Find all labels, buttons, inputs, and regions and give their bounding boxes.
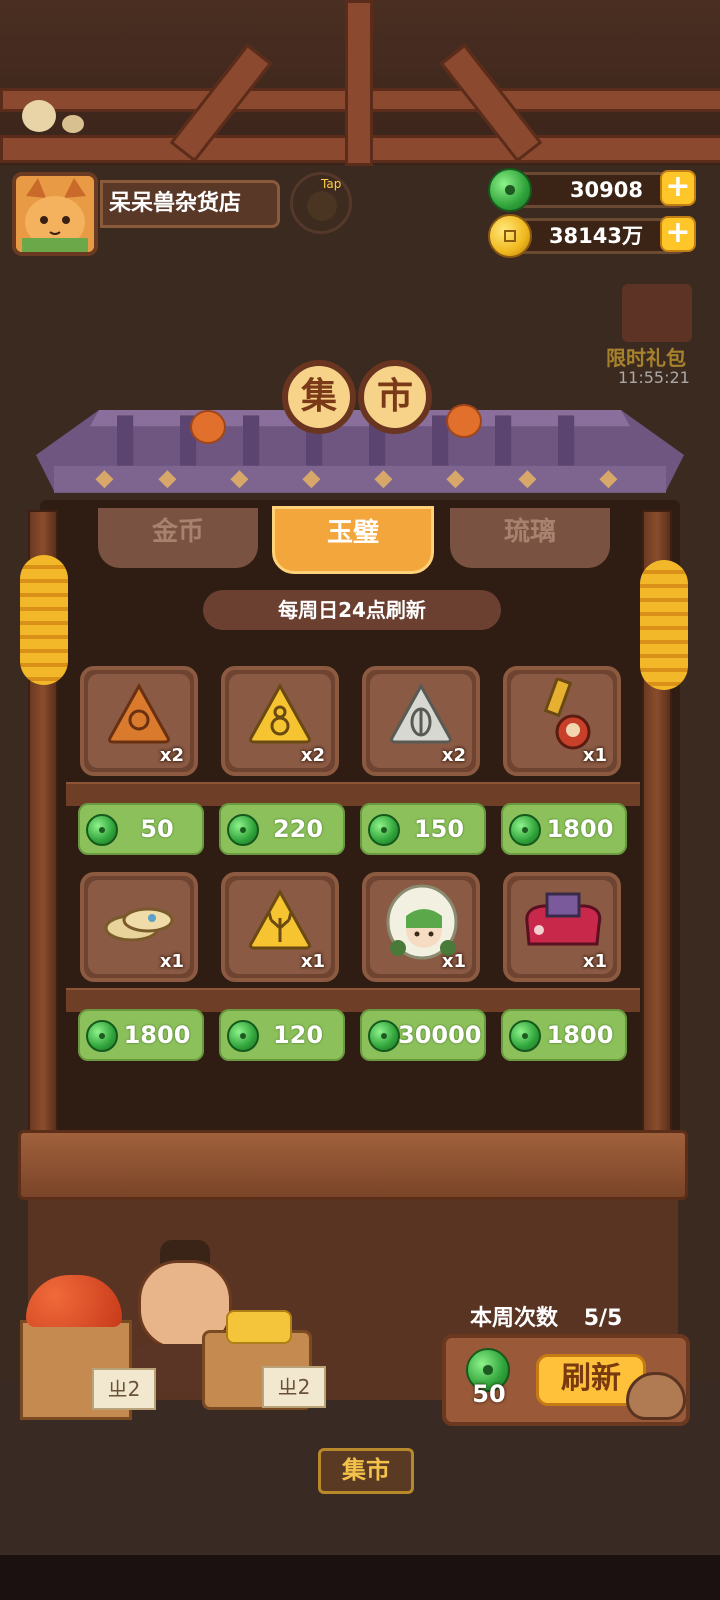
daruma-key-icon <box>543 678 591 750</box>
basket-sign: ㄓ2 <box>262 1366 326 1408</box>
jade-icon <box>368 1020 400 1052</box>
sun-token-icon <box>108 682 170 744</box>
weekly-count-value: 5/5 <box>583 1306 623 1331</box>
limited-gift-pack[interactable]: 限时礼包 11:55:21 <box>600 280 710 390</box>
price-button-3[interactable]: 150 <box>360 803 486 855</box>
tap-bonus-button[interactable]: Tap <box>290 172 352 234</box>
item-card-1[interactable]: x2 <box>80 666 198 776</box>
item-card-2[interactable]: x2 <box>221 666 339 776</box>
item-card-5[interactable]: x1 <box>80 872 198 982</box>
price-button-7[interactable]: 30000 <box>360 1009 486 1061</box>
stall-counter <box>18 1130 688 1200</box>
tap-label: Tap <box>321 177 342 191</box>
cat-mascot-icon <box>626 1372 686 1420</box>
gourd-token-icon <box>249 682 311 744</box>
tab-gold-coin[interactable]: 金币 <box>98 508 258 568</box>
price-value: 50 <box>140 815 174 843</box>
tofu-icon <box>226 1310 292 1344</box>
persimmon-icon <box>190 410 226 444</box>
corn-decoration-right <box>640 560 688 690</box>
gift-box-icon <box>622 284 692 342</box>
coin-balance: 38143万 <box>548 224 643 248</box>
limited-gift-label: 限时礼包 <box>606 346 686 370</box>
price-button-6[interactable]: 120 <box>219 1009 345 1061</box>
market-title-char-1: 集 <box>282 360 356 434</box>
price-button-2[interactable]: 220 <box>219 803 345 855</box>
price-value: 1800 <box>546 1021 614 1049</box>
price-value: 1800 <box>123 1021 191 1049</box>
jade-icon <box>368 814 400 846</box>
item-card-8[interactable]: x1 <box>503 872 621 982</box>
item-card-7[interactable]: x1 <box>362 872 480 982</box>
shop-name: 呆呆兽杂货店 <box>100 180 280 228</box>
jade-icon <box>509 1020 541 1052</box>
duck-icon <box>307 191 337 221</box>
refresh-cost: 50 <box>472 1380 506 1408</box>
item-quantity: x2 <box>159 745 184 766</box>
jade-icon <box>227 814 259 846</box>
item-card-4[interactable]: x1 <box>503 666 621 776</box>
price-button-1[interactable]: 50 <box>78 803 204 855</box>
jade-balance: 30908 <box>569 178 643 202</box>
add-coin-button[interactable]: + <box>660 216 696 252</box>
add-jade-button[interactable]: + <box>660 170 696 206</box>
tab-jade[interactable]: 玉璧 <box>272 506 434 574</box>
background-rafters <box>0 0 720 166</box>
item-quantity: x1 <box>582 951 607 972</box>
item-card-6[interactable]: x1 <box>221 872 339 982</box>
weekly-count-label: 本周次数 <box>470 1306 559 1331</box>
tab-glaze[interactable]: 琉璃 <box>450 508 610 568</box>
corn-decoration-left <box>20 555 68 685</box>
red-stool-icon <box>525 892 602 946</box>
item-quantity: x2 <box>441 745 466 766</box>
price-value: 150 <box>413 815 465 843</box>
system-bottom-bar <box>0 1555 720 1600</box>
refresh-schedule-note: 每周日24点刷新 <box>203 590 501 630</box>
hooded-character-icon <box>386 884 458 960</box>
price-value: 1800 <box>546 815 614 843</box>
antler-token-icon <box>249 888 311 950</box>
chick-icon <box>22 100 56 132</box>
crate-sign: ㄓ2 <box>92 1368 156 1410</box>
jade-icon <box>509 814 541 846</box>
jade-icon <box>86 814 118 846</box>
limited-gift-timer: 11:55:21 <box>618 368 690 387</box>
jade-icon <box>86 1020 118 1052</box>
price-value: 120 <box>272 1021 324 1049</box>
price-button-5[interactable]: 1800 <box>78 1009 204 1061</box>
market-title-char-2: 市 <box>358 360 432 434</box>
coin-icon <box>488 214 532 258</box>
item-quantity: x1 <box>582 745 607 766</box>
item-quantity: x1 <box>300 951 325 972</box>
jade-icon <box>488 168 532 212</box>
leaf-token-icon <box>390 682 452 744</box>
shoes-icon <box>104 907 174 942</box>
item-quantity: x1 <box>441 951 466 972</box>
jade-icon <box>227 1020 259 1052</box>
price-button-8[interactable]: 1800 <box>501 1009 627 1061</box>
market-street-sign[interactable]: 集市 <box>318 1448 414 1494</box>
price-value: 220 <box>272 815 324 843</box>
weekly-refresh-count: 本周次数 5/5 <box>470 1300 622 1332</box>
stall-roof <box>36 410 684 493</box>
price-value: 30000 <box>398 1021 482 1049</box>
item-quantity: x1 <box>159 951 184 972</box>
price-button-4[interactable]: 1800 <box>501 803 627 855</box>
player-avatar[interactable] <box>12 172 98 256</box>
persimmon-icon <box>446 404 482 438</box>
item-card-3[interactable]: x2 <box>362 666 480 776</box>
item-quantity: x2 <box>300 745 325 766</box>
